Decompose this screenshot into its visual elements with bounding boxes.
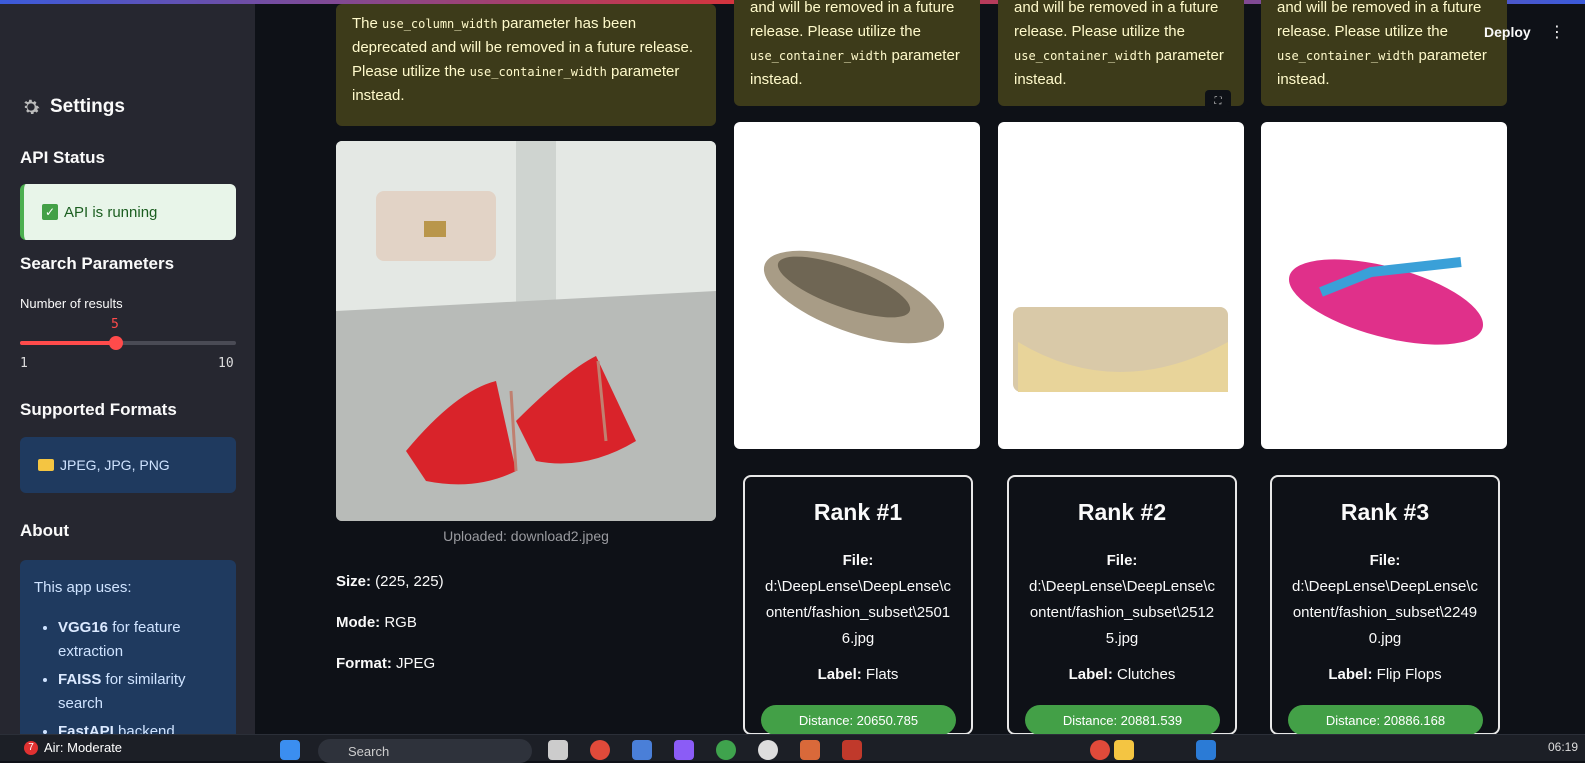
copilot-icon[interactable] bbox=[674, 740, 694, 760]
slider-max: 10 bbox=[218, 356, 234, 371]
rank-title: Rank #3 bbox=[1340, 499, 1430, 525]
about-intro: This app uses: bbox=[34, 579, 132, 596]
file-path: File: d:\DeepLense\DeepLense\content/fash… bbox=[1029, 552, 1215, 647]
red-heels-illustration bbox=[336, 141, 716, 521]
check-icon: ✓ bbox=[42, 204, 58, 220]
format-info: Format: JPEG bbox=[336, 655, 436, 672]
taskbar: 7 Air: Moderate Search 06:19 bbox=[0, 734, 1585, 763]
chatgpt-icon[interactable] bbox=[758, 740, 778, 760]
api-status-text: API is running bbox=[64, 203, 158, 221]
chrome-active-icon[interactable] bbox=[1090, 740, 1110, 760]
result-image-1 bbox=[734, 122, 980, 449]
list-item: FastAPI backend bbox=[58, 720, 222, 734]
flip-flop-illustration bbox=[1288, 257, 1484, 345]
list-item: VGG16 for feature extraction bbox=[58, 616, 222, 664]
about-heading: About bbox=[20, 521, 70, 540]
file-path: File: d:\DeepLense\DeepLense\content/fash… bbox=[765, 552, 951, 647]
upload-caption: Uploaded: download2.jpeg bbox=[443, 528, 609, 544]
folder-icon bbox=[38, 459, 54, 471]
app-icon[interactable] bbox=[632, 740, 652, 760]
uploaded-image bbox=[336, 141, 716, 521]
about-list: VGG16 for feature extraction FAISS for s… bbox=[34, 616, 222, 734]
distance-badge: Distance: 20881.539 bbox=[1025, 705, 1220, 735]
taskbar-search[interactable]: Search bbox=[318, 739, 532, 763]
slider-value: 5 bbox=[111, 317, 119, 332]
gear-icon bbox=[24, 99, 40, 114]
app-icon[interactable] bbox=[842, 740, 862, 760]
distance-badge: Distance: 20650.785 bbox=[761, 705, 956, 735]
task-view-icon[interactable] bbox=[548, 740, 568, 760]
sidebar-title: Settings bbox=[20, 96, 125, 118]
result-image-3 bbox=[1261, 122, 1507, 449]
deprecation-warning: and will be removed in a future release. … bbox=[1261, 0, 1507, 106]
deprecation-warning: The use_column_width parameter has been … bbox=[336, 4, 716, 126]
result-label: Label: Flip Flops bbox=[1328, 666, 1442, 683]
fullscreen-icon[interactable]: ⛶ bbox=[1205, 90, 1231, 112]
formats-box: JPEG, JPG, PNG bbox=[20, 437, 236, 493]
results-slider[interactable] bbox=[20, 336, 236, 350]
supported-formats-heading: Supported Formats bbox=[20, 400, 177, 419]
result-label: Label: Clutches bbox=[1068, 666, 1176, 683]
slider-label: Number of results bbox=[20, 296, 123, 311]
notification-badge: 7 bbox=[24, 740, 38, 755]
sidebar: Settings API Status ✓ API is running Sea… bbox=[0, 4, 255, 734]
result-label: Label: Flats bbox=[817, 666, 899, 683]
size-info: Size: (225, 225) bbox=[336, 573, 444, 590]
result-card-3: Rank #3 File: d:\DeepLense\DeepLense\cont… bbox=[1270, 475, 1500, 735]
distance-badge: Distance: 20886.168 bbox=[1288, 705, 1483, 735]
claude-icon[interactable] bbox=[800, 740, 820, 760]
api-status-box: ✓ API is running bbox=[20, 184, 236, 240]
formats-text: JPEG, JPG, PNG bbox=[60, 457, 170, 473]
chrome-icon[interactable] bbox=[590, 740, 610, 760]
settings-heading: Settings bbox=[50, 96, 125, 117]
file-path: File: d:\DeepLense\DeepLense\content/fash… bbox=[1292, 552, 1478, 647]
app-icon[interactable] bbox=[716, 740, 736, 760]
rank-title: Rank #2 bbox=[1077, 499, 1167, 525]
result-card-1: Rank #1 File: d:\DeepLense\DeepLense\cont… bbox=[743, 475, 973, 735]
about-box: This app uses: VGG16 for feature extract… bbox=[20, 560, 236, 734]
result-image-2 bbox=[998, 122, 1244, 449]
deprecation-warning: and will be removed in a future release. … bbox=[734, 0, 980, 106]
kebab-menu-icon[interactable]: ⋮ bbox=[1549, 22, 1565, 42]
slider-thumb[interactable] bbox=[108, 336, 123, 350]
flat-shoe-illustration bbox=[763, 250, 945, 344]
clock: 06:19 bbox=[1548, 740, 1579, 754]
search-placeholder: Search bbox=[348, 744, 390, 759]
result-card-2: Rank #2 File: d:\DeepLense\DeepLense\cont… bbox=[1007, 475, 1237, 735]
air-quality-text: Air: Moderate bbox=[44, 740, 123, 755]
weather-widget[interactable]: 7 Air: Moderate bbox=[24, 740, 122, 755]
api-status-heading: API Status bbox=[20, 148, 106, 167]
slider-fill bbox=[20, 341, 116, 345]
search-parameters-heading: Search Parameters bbox=[20, 254, 175, 273]
vscode-icon[interactable] bbox=[1196, 740, 1216, 760]
rank-title: Rank #1 bbox=[813, 499, 903, 525]
file-explorer-icon[interactable] bbox=[1114, 740, 1134, 760]
slider-min: 1 bbox=[20, 356, 28, 371]
deploy-button[interactable]: Deploy bbox=[1484, 24, 1531, 40]
list-item: FAISS for similarity search bbox=[58, 668, 222, 716]
clutch-illustration bbox=[1013, 307, 1228, 392]
windows-start-icon[interactable] bbox=[280, 740, 300, 760]
mode-info: Mode: RGB bbox=[336, 614, 417, 631]
